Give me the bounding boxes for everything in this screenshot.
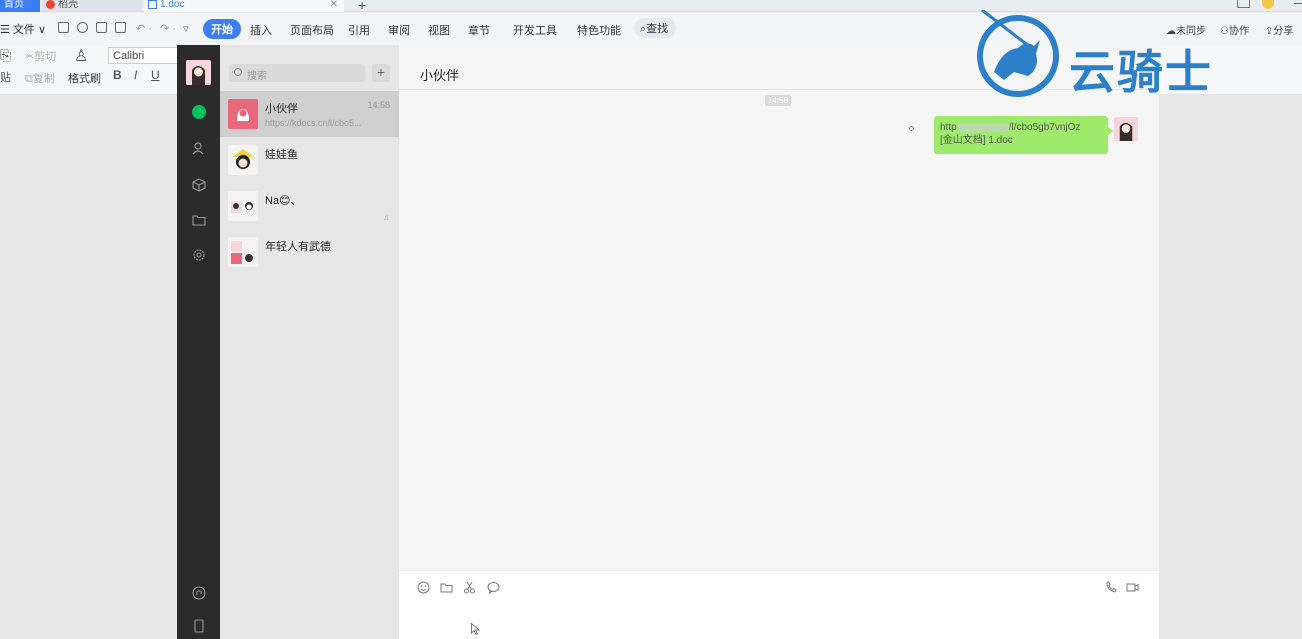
chat-icon[interactable]: [192, 105, 206, 119]
copy-label: 复制: [32, 73, 55, 85]
folder-icon[interactable]: [192, 213, 206, 227]
tab-home[interactable]: 首页: [0, 0, 40, 12]
new-tab-button[interactable]: +: [358, 0, 366, 13]
send-status-icon: [909, 126, 914, 131]
collections-icon[interactable]: [192, 178, 206, 192]
chat-bubble-icon[interactable]: [487, 581, 500, 594]
italic-button[interactable]: I: [134, 68, 137, 82]
chat-panel: 小伙伴 ··· 14:58 http/l/cbo5gb7vnjOz [金山文档]…: [399, 45, 1159, 639]
message-link-prefix: http: [940, 122, 957, 133]
message-timestamp: 14:58: [765, 95, 792, 106]
conversation-name: 娃娃鱼: [265, 149, 298, 161]
window-layout-icon[interactable]: [1237, 0, 1250, 8]
watermark-logo: 云骑士: [974, 8, 1284, 100]
mini-program-icon[interactable]: [192, 586, 206, 600]
paste-button[interactable]: 贴: [0, 69, 11, 85]
emoji-icon[interactable]: [417, 581, 430, 594]
file-menu[interactable]: ☰ 文件 ∨: [0, 21, 46, 37]
redo-icon[interactable]: ↷ ·: [160, 22, 176, 35]
tab-special[interactable]: 特色功能: [577, 22, 621, 38]
search-icon: [234, 68, 242, 76]
wechat-window: 搜索 + 小伙伴 14:58 https://kdocs.cn/l/cbo5..…: [177, 45, 1159, 639]
tab-home-label: 首页: [4, 0, 24, 10]
knight-logo-icon: [977, 8, 1059, 97]
list-item[interactable]: 年轻人有武德: [220, 229, 399, 275]
tab-page-layout[interactable]: 页面布局: [290, 22, 334, 38]
print-preview-icon[interactable]: [115, 22, 126, 33]
document-icon: [148, 0, 157, 9]
cut-label: 剪切: [34, 51, 57, 63]
print-icon[interactable]: [96, 22, 107, 33]
voice-call-icon[interactable]: [1105, 581, 1118, 594]
tab-insert[interactable]: 插入: [250, 22, 272, 38]
avatar[interactable]: [186, 60, 211, 85]
minimize-icon[interactable]: [1294, 0, 1302, 4]
tab-chapter[interactable]: 章节: [468, 22, 490, 38]
conversation-time: 14:58: [367, 100, 390, 110]
message-doc-title: [金山文档] 1.doc: [940, 135, 1013, 146]
tab-document-label: 1.doc: [160, 0, 185, 10]
watermark-text: 云骑士: [1069, 45, 1213, 99]
font-select[interactable]: Calibri: [108, 47, 178, 64]
redacted-text: [956, 122, 1009, 132]
paste-icon[interactable]: ⎘: [0, 47, 11, 64]
folder-icon[interactable]: [440, 581, 453, 594]
daoke-logo-icon: [46, 0, 55, 9]
tab-daoke[interactable]: 稻壳: [42, 0, 142, 12]
share-doc-icon[interactable]: [77, 22, 88, 33]
tab-developer[interactable]: 开发工具: [513, 22, 557, 38]
avatar: [228, 237, 258, 267]
list-item[interactable]: 娃娃鱼: [220, 137, 399, 183]
mute-icon: ♫: [383, 213, 389, 222]
avatar: [228, 191, 258, 221]
bold-button[interactable]: B: [113, 68, 122, 82]
tab-daoke-label: 稻壳: [58, 0, 78, 10]
avatar[interactable]: [1262, 0, 1274, 9]
underline-button[interactable]: U: [151, 68, 160, 82]
message-bubble[interactable]: http/l/cbo5gb7vnjOz [金山文档] 1.doc: [934, 116, 1113, 154]
tab-document[interactable]: 1.doc ✕: [144, 0, 344, 12]
list-item[interactable]: Na😊、 ♫: [220, 183, 399, 229]
copy-icon: ⧉: [25, 73, 33, 85]
wechat-sidebar: [177, 45, 220, 639]
search-placeholder: 搜索: [247, 71, 267, 82]
undo-icon[interactable]: ↶ ·: [136, 22, 152, 35]
list-item[interactable]: 小伙伴 14:58 https://kdocs.cn/l/cbo5...: [220, 91, 399, 137]
format-painter-icon[interactable]: ♙: [74, 46, 88, 66]
add-chat-button[interactable]: +: [372, 64, 390, 82]
scissors-icon[interactable]: [463, 581, 476, 594]
message-link-suffix: /l/cbo5gb7vnjOz: [1008, 122, 1081, 133]
avatar: [228, 145, 258, 175]
search-input[interactable]: 搜索: [229, 64, 365, 82]
chevron-down-icon[interactable]: ▿: [183, 22, 189, 35]
tab-review[interactable]: 审阅: [388, 22, 410, 38]
avatar: [228, 99, 258, 129]
gear-icon[interactable]: [192, 248, 206, 262]
tab-references[interactable]: 引用: [348, 22, 370, 38]
tab-view[interactable]: 视图: [428, 22, 450, 38]
tab-start[interactable]: 开始: [203, 19, 241, 39]
conversation-list: 搜索 + 小伙伴 14:58 https://kdocs.cn/l/cbo5..…: [220, 45, 399, 639]
conversation-name: Na😊、: [265, 195, 302, 207]
video-call-icon[interactable]: [1126, 581, 1139, 594]
contacts-icon[interactable]: [192, 141, 206, 155]
mouse-cursor-icon: [471, 623, 480, 635]
cut-button[interactable]: ✂剪切: [25, 48, 56, 64]
conversation-preview: https://kdocs.cn/l/cbo5...: [265, 118, 362, 128]
format-painter-button[interactable]: 格式刷: [68, 70, 101, 86]
conversation-name: 年轻人有武德: [265, 241, 331, 253]
phone-icon[interactable]: [192, 619, 206, 633]
message-input-area[interactable]: [399, 570, 1159, 639]
copy-button[interactable]: ⧉复制: [25, 70, 55, 86]
search-button[interactable]: ⌕查找: [634, 18, 677, 38]
search-label: 查找: [646, 23, 669, 35]
conversation-name: 小伙伴: [265, 103, 298, 115]
close-icon[interactable]: ✕: [330, 0, 338, 10]
avatar[interactable]: [1114, 117, 1138, 141]
save-icon[interactable]: [58, 22, 69, 33]
scissors-icon: ✂: [25, 51, 35, 63]
page-title: 小伙伴: [420, 68, 460, 83]
